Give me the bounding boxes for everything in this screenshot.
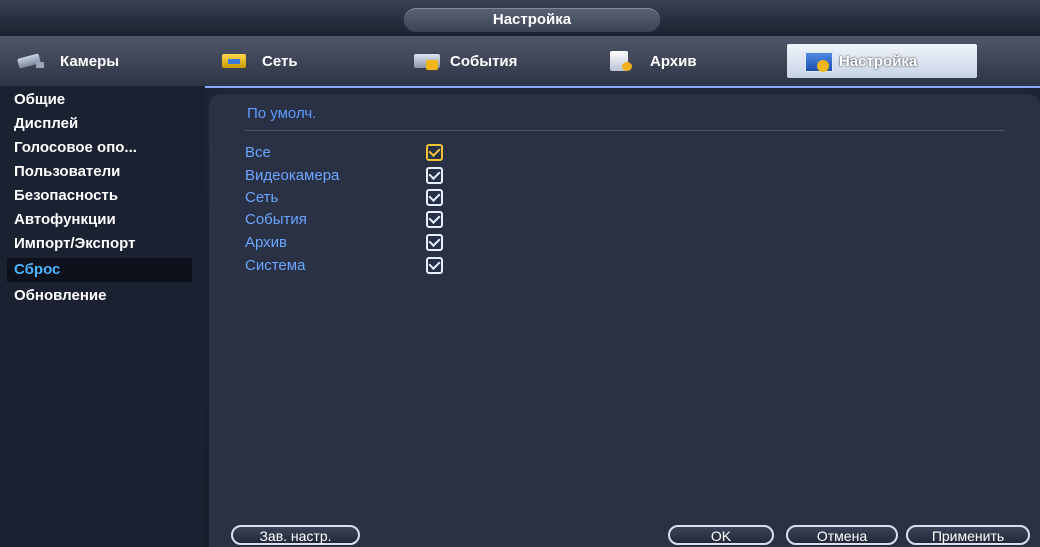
option-label: Видеокамера — [245, 167, 340, 184]
option-label: События — [245, 211, 307, 228]
checkbox-all[interactable] — [426, 144, 443, 161]
tab-label: Настройка — [839, 52, 918, 70]
tab-network[interactable]: Сеть — [218, 44, 388, 78]
option-label: Архив — [245, 234, 288, 251]
checkbox-camera[interactable] — [426, 167, 443, 184]
option-label: Все — [245, 144, 271, 161]
sidebar-item-general[interactable]: Общие — [7, 88, 192, 112]
tab-label: Камеры — [60, 52, 120, 70]
tab-events[interactable]: События — [412, 44, 592, 78]
checkbox-network[interactable] — [426, 189, 443, 206]
sidebar-item-voice[interactable]: Голосовое опо... — [7, 136, 192, 160]
checkbox-events[interactable] — [426, 211, 443, 228]
apply-button[interactable]: Применить — [906, 525, 1030, 545]
option-label: Система — [245, 257, 306, 274]
sidebar-item-update[interactable]: Обновление — [7, 284, 192, 308]
sidebar-item-autofunctions[interactable]: Автофункции — [7, 208, 192, 232]
sidebar-item-import-export[interactable]: Импорт/Экспорт — [7, 232, 192, 256]
sidebar-item-display[interactable]: Дисплей — [7, 112, 192, 136]
tab-label: Архив — [650, 52, 697, 70]
sidebar-item-reset[interactable]: Сброс — [7, 258, 192, 282]
sidebar: Общие Дисплей Голосовое опо... Пользоват… — [0, 86, 205, 547]
checkbox-system[interactable] — [426, 257, 443, 274]
archive-icon — [606, 50, 640, 72]
tab-cameras[interactable]: Камеры — [16, 44, 186, 78]
tab-settings[interactable]: Настройка — [787, 44, 977, 78]
factory-defaults-button[interactable]: Зав. настр. — [231, 525, 360, 545]
settings-icon — [803, 50, 837, 72]
divider — [245, 130, 1005, 131]
sidebar-item-security[interactable]: Безопасность — [7, 184, 192, 208]
option-label: Сеть — [245, 189, 279, 206]
settings-window: Настройка Камеры Сеть События Архив Наст… — [0, 0, 1040, 547]
option-camera: Видеокамера — [245, 164, 475, 186]
sidebar-item-users[interactable]: Пользователи — [7, 160, 192, 184]
events-icon — [412, 50, 446, 72]
window-title: Настройка — [404, 8, 660, 32]
checkbox-archive[interactable] — [426, 234, 443, 251]
main-tabs: Камеры Сеть События Архив Настройка — [0, 36, 1040, 88]
option-events: События — [245, 208, 475, 230]
option-network: Сеть — [245, 186, 475, 208]
network-icon — [218, 50, 252, 72]
option-archive: Архив — [245, 231, 475, 253]
option-all: Все — [245, 141, 475, 163]
camera-icon — [16, 50, 50, 72]
tab-label: Сеть — [262, 52, 298, 70]
ok-button[interactable]: OK — [668, 525, 774, 545]
option-system: Система — [245, 254, 475, 276]
tab-label: События — [450, 52, 518, 70]
section-title: По умолч. — [247, 105, 317, 122]
cancel-button[interactable]: Отмена — [786, 525, 898, 545]
title-bar: Настройка — [0, 0, 1040, 36]
tab-archive[interactable]: Архив — [606, 44, 776, 78]
